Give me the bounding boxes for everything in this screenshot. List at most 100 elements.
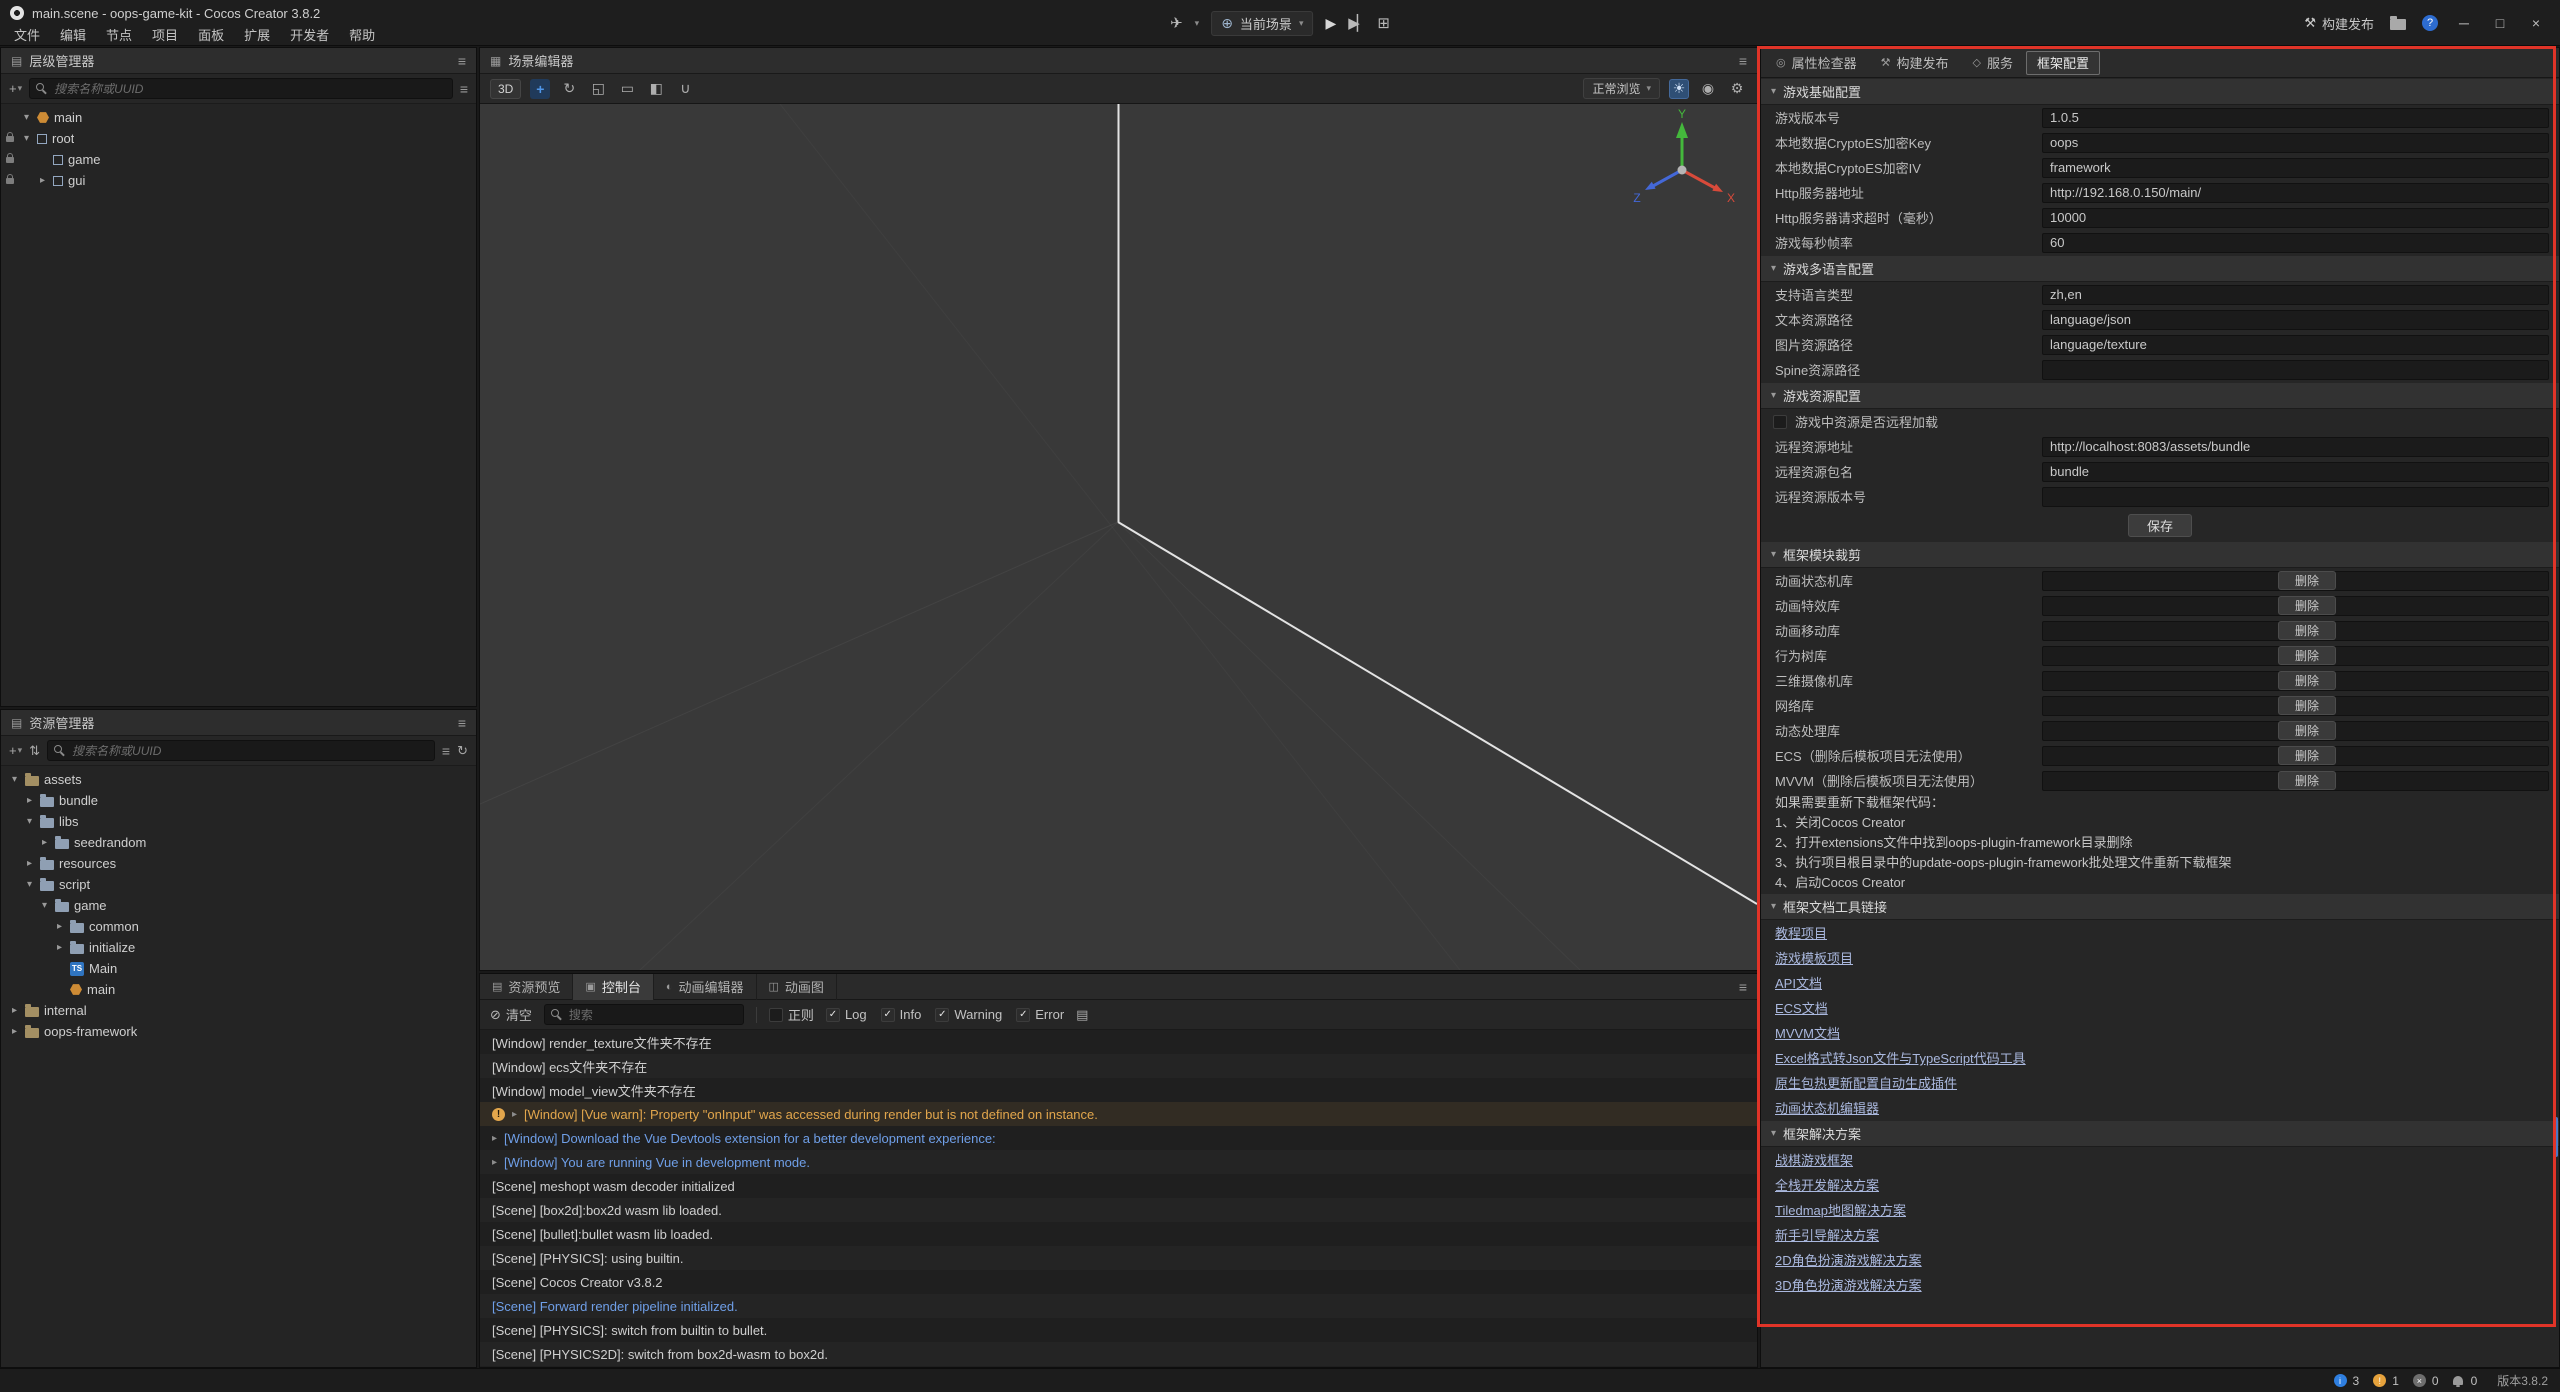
delete-button[interactable]: 删除 (2278, 721, 2336, 740)
expand-arrow-icon[interactable]: ▸ (24, 795, 35, 806)
tree-node[interactable]: ▸initialize (1, 937, 476, 958)
preview-device-icon[interactable]: ✈ (1170, 14, 1183, 32)
log-row[interactable]: ▸[Window] You are running Vue in develop… (480, 1150, 1757, 1174)
menu-item[interactable]: 帮助 (339, 25, 385, 44)
link[interactable]: 全栈开发解决方案 (1775, 1175, 1879, 1194)
clear-console-button[interactable]: ⊘ 清空 (490, 1005, 532, 1024)
checkbox-icon[interactable]: ✓ (826, 1008, 840, 1022)
delete-button[interactable]: 删除 (2278, 771, 2336, 790)
checkbox-icon[interactable]: ✓ (1016, 1008, 1030, 1022)
info-count-icon[interactable]: i (2334, 1374, 2347, 1387)
sort-icon[interactable]: ⇅ (29, 743, 40, 759)
tree-node[interactable]: ▸oops-framework (1, 1021, 476, 1042)
delete-button[interactable]: 删除 (2278, 621, 2336, 640)
scene-viewport[interactable]: Y X Z (480, 104, 1757, 970)
tab-动画图[interactable]: ◫动画图 (757, 974, 837, 1000)
link[interactable]: 3D角色扮演游戏解决方案 (1775, 1275, 1922, 1294)
error-count-icon[interactable]: × (2413, 1374, 2426, 1387)
preview-target-dropdown[interactable]: ⊕ 当前场景 ▾ (1211, 11, 1313, 36)
panel-menu-icon[interactable]: ≡ (458, 53, 466, 69)
log-row[interactable]: [Scene] Forward render pipeline initiali… (480, 1294, 1757, 1318)
build-publish-button[interactable]: ⚒ 构建发布 (2304, 14, 2374, 33)
tree-node[interactable]: ▾main (1, 107, 476, 128)
tab-控制台[interactable]: ▣控制台 (573, 974, 653, 1000)
log-row[interactable]: [Window] model_view文件夹不存在 (480, 1078, 1757, 1102)
rect-tool-icon[interactable]: ▭ (617, 79, 637, 99)
log-row[interactable]: [Scene] [bullet]:bullet wasm lib loaded. (480, 1222, 1757, 1246)
lock-icon[interactable] (6, 136, 14, 142)
tab-构建发布[interactable]: ⚒构建发布 (1870, 51, 1960, 75)
menu-item[interactable]: 开发者 (280, 25, 339, 44)
log-row[interactable]: [Scene] [PHYSICS2D]: switch from box2d-w… (480, 1342, 1757, 1366)
section-header[interactable]: ▾框架模块裁剪 (1761, 542, 2559, 568)
property-input[interactable]: framework (2042, 158, 2549, 178)
checkbox-icon[interactable] (1773, 415, 1787, 429)
pivot-toggle-icon[interactable]: ∪ (675, 79, 695, 99)
tab-框架配置[interactable]: 框架配置 (2026, 51, 2100, 75)
expand-arrow-icon[interactable]: ▸ (9, 1005, 20, 1016)
regex-toggle[interactable]: 正则 (769, 1005, 814, 1024)
expand-arrow-icon[interactable]: ▸ (39, 837, 50, 848)
log-row[interactable]: [Scene] meshopt wasm decoder initialized (480, 1174, 1757, 1198)
tab-资源预览[interactable]: ▤资源预览 (480, 974, 573, 1000)
filter-error[interactable]: ✓Error (1016, 1007, 1064, 1022)
tree-node[interactable]: game (1, 149, 476, 170)
tree-node[interactable]: ▾assets (1, 769, 476, 790)
menu-item[interactable]: 文件 (4, 25, 50, 44)
link[interactable]: API文档 (1775, 973, 1822, 992)
expand-arrow-icon[interactable]: ▾ (39, 900, 50, 911)
tree-node[interactable]: ▸resources (1, 853, 476, 874)
panel-menu-icon[interactable]: ≡ (458, 715, 466, 731)
log-row[interactable]: ▸[Window] Download the Vue Devtools exte… (480, 1126, 1757, 1150)
lock-icon[interactable] (6, 157, 14, 163)
checkbox-icon[interactable]: ✓ (935, 1008, 949, 1022)
tree-node[interactable]: ▸common (1, 916, 476, 937)
expand-arrow-icon[interactable]: ▾ (9, 774, 20, 785)
tree-node[interactable]: ▸gui (1, 170, 476, 191)
property-input[interactable]: language/texture (2042, 335, 2549, 355)
expand-arrow-icon[interactable]: ▸ (9, 1026, 20, 1037)
step-button[interactable]: ▶▏ (1348, 14, 1365, 32)
3d-mode-button[interactable]: 3D (490, 79, 521, 99)
property-input[interactable]: language/json (2042, 310, 2549, 330)
property-input[interactable] (2042, 487, 2549, 507)
transform-gizmo-icon[interactable]: ◧ (646, 79, 666, 99)
link[interactable]: 游戏模板项目 (1775, 948, 1853, 967)
property-input[interactable]: http://localhost:8083/assets/bundle (2042, 437, 2549, 457)
hierarchy-search-input[interactable] (29, 78, 453, 99)
expand-arrow-icon[interactable]: ▸ (37, 175, 48, 186)
section-header[interactable]: ▾框架文档工具链接 (1761, 894, 2559, 920)
expand-arrow-icon[interactable]: ▸ (54, 921, 65, 932)
axis-gizmo[interactable]: Y X Z (1617, 108, 1747, 228)
expand-arrow-icon[interactable]: ▸ (492, 1133, 497, 1144)
property-input[interactable]: 10000 (2042, 208, 2549, 228)
log-row[interactable]: [Scene] [box2d]:box2d wasm lib loaded. (480, 1198, 1757, 1222)
log-row[interactable]: [Scene] [PHYSICS]: using builtin. (480, 1246, 1757, 1270)
warning-count-icon[interactable]: ! (2373, 1374, 2386, 1387)
tab-动画编辑器[interactable]: ◐动画编辑器 (654, 974, 757, 1000)
rotate-tool-icon[interactable]: ↻ (559, 79, 579, 99)
maximize-button[interactable]: □ (2490, 15, 2510, 31)
property-input[interactable]: http://192.168.0.150/main/ (2042, 183, 2549, 203)
property-input[interactable] (2042, 360, 2549, 380)
scale-tool-icon[interactable]: ◱ (588, 79, 608, 99)
expand-arrow-icon[interactable]: ▸ (24, 858, 35, 869)
property-input[interactable]: 60 (2042, 233, 2549, 253)
panel-menu-icon[interactable]: ≡ (1739, 53, 1747, 69)
tab-服务[interactable]: ◇服务 (1962, 51, 2024, 75)
property-input[interactable]: 1.0.5 (2042, 108, 2549, 128)
link[interactable]: MVVM文档 (1775, 1023, 1840, 1042)
filter-icon[interactable]: ≡ (460, 81, 468, 97)
delete-button[interactable]: 删除 (2278, 571, 2336, 590)
checkbox-icon[interactable] (769, 1008, 783, 1022)
menu-item[interactable]: 编辑 (50, 25, 96, 44)
expand-arrow-icon[interactable]: ▸ (54, 942, 65, 953)
tree-node[interactable]: TSMain (1, 958, 476, 979)
link[interactable]: Tiledmap地图解决方案 (1775, 1200, 1906, 1219)
link[interactable]: 战棋游戏框架 (1775, 1150, 1853, 1169)
layout-grid-icon[interactable]: ⊞ (1377, 14, 1390, 32)
expand-arrow-icon[interactable]: ▾ (21, 133, 32, 144)
delete-button[interactable]: 删除 (2278, 596, 2336, 615)
section-header[interactable]: ▾游戏基础配置 (1761, 79, 2559, 105)
create-node-button[interactable]: +▾ (9, 81, 22, 96)
